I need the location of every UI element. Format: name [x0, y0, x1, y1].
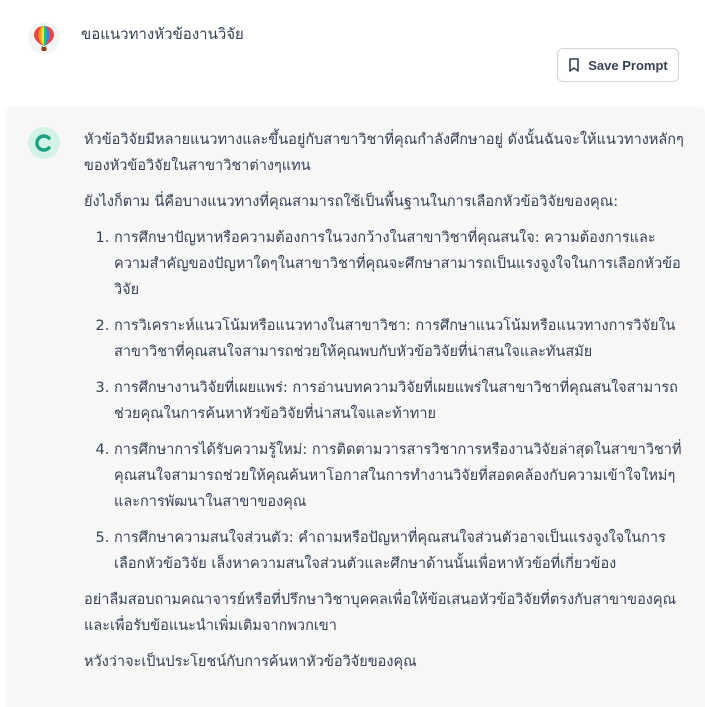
- assistant-response: หัวข้อวิจัยมีหลายแนวทางและขึ้นอยู่กับสาข…: [6, 107, 705, 707]
- list-item: การศึกษาปัญหาหรือความต้องการในวงกว้างในส…: [114, 225, 684, 303]
- balloon-avatar-icon: [28, 22, 60, 54]
- guideline-list: การศึกษาปัญหาหรือความต้องการในวงกว้างในส…: [84, 225, 684, 577]
- list-item: การศึกษาการได้รับความรู้ใหม่: การติดตามว…: [114, 437, 684, 515]
- list-item: การวิเคราะห์แนวโน้มหรือแนวทางในสาขาวิชา:…: [114, 313, 684, 365]
- list-item: การศึกษาความสนใจส่วนตัว: คำถามหรือปัญหาท…: [114, 525, 684, 577]
- assistant-closing: หวังว่าจะเป็นประโยชน์กับการค้นหาหัวข้อวิ…: [84, 654, 417, 670]
- assistant-lead: ยังไงก็ตาม นี่คือบางแนวทางที่คุณสามารถใช…: [84, 194, 619, 210]
- list-item: การศึกษางานวิจัยที่เผยแพร่: การอ่านบทควา…: [114, 375, 684, 427]
- user-message-text: ขอแนวทางหัวข้องานวิจัย: [81, 25, 244, 43]
- assistant-advice: อย่าลืมสอบถามคณาจารย์หรือที่ปรึกษาวิชาบุ…: [84, 592, 677, 634]
- assistant-message-content: หัวข้อวิจัยมีหลายแนวทางและขึ้นอยู่กับสาข…: [84, 127, 684, 685]
- c-logo-icon: [28, 127, 60, 159]
- bookmark-icon: [568, 58, 580, 72]
- user-message-row: ขอแนวทางหัวข้องานวิจัย Save Prompt: [0, 0, 705, 100]
- save-prompt-button[interactable]: Save Prompt: [557, 48, 679, 82]
- save-prompt-label: Save Prompt: [588, 57, 668, 73]
- assistant-intro: หัวข้อวิจัยมีหลายแนวทางและขึ้นอยู่กับสาข…: [84, 132, 684, 174]
